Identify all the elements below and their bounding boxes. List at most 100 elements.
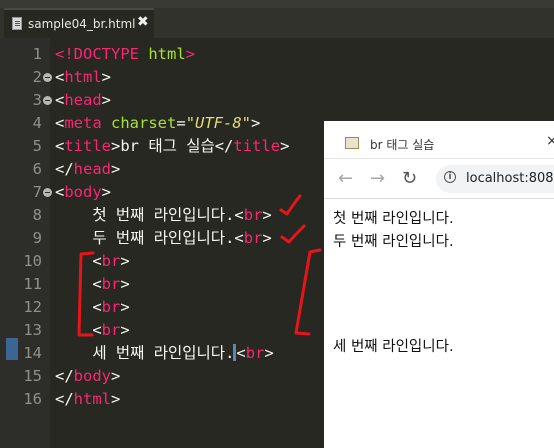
line-number: 10 (23, 252, 42, 270)
line-number: 15 (23, 367, 42, 385)
code-token: br (101, 298, 121, 316)
browser-tab-close-icon[interactable]: × (546, 133, 554, 149)
code-token: > (120, 321, 130, 339)
line-number: 4 (32, 114, 42, 132)
line-number-cell: 14 (0, 342, 42, 365)
line-number-cell: 5 (0, 135, 42, 158)
line-number-cell: 3 (0, 89, 42, 112)
code-token: br (101, 275, 121, 293)
line-number: 3 (32, 91, 42, 109)
line-number: 16 (23, 390, 42, 408)
html-file-icon (12, 17, 22, 30)
code-text: </body> (55, 365, 120, 388)
code-token: > (101, 68, 112, 86)
code-token: br (243, 229, 263, 247)
code-token: > (111, 390, 121, 408)
code-token: "UTF-8" (185, 114, 252, 132)
rendered-line-2: 두 번째 라인입니다. (333, 234, 454, 250)
code-token: <!DOCTYPE (55, 45, 149, 63)
forward-arrow-icon[interactable]: → (370, 168, 385, 189)
code-token: < (55, 183, 65, 201)
code-line[interactable]: 3 <head> (0, 89, 554, 112)
line-number: 12 (23, 298, 42, 316)
code-token: > (120, 252, 130, 270)
rendered-line-1: 첫 번째 라인입니다. (333, 211, 454, 227)
line-number-cell: 15 (0, 365, 42, 388)
code-text: <title>br 태그 실습</title> (55, 135, 289, 158)
code-token: > (185, 45, 195, 63)
line-number: 13 (23, 321, 42, 339)
code-token: < (55, 137, 65, 155)
line-number-cell: 1 (0, 43, 42, 66)
page-viewport: 첫 번째 라인입니다. 두 번째 라인입니다. 세 번째 라인입니다. (324, 199, 554, 448)
code-text: 세 번째 라인입니다. <br> (55, 342, 274, 365)
line-number-cell: 7 (0, 181, 42, 204)
line-number-cell: 8 (0, 204, 42, 227)
code-token: body (64, 183, 102, 201)
code-token: > (101, 91, 112, 109)
address-bar[interactable]: i localhost:8085 (436, 165, 554, 193)
code-token: br (101, 252, 121, 270)
fold-toggle-icon[interactable] (43, 96, 52, 105)
browser-toolbar: ← → ↻ i localhost:8085 (324, 159, 554, 199)
code-text: <br> (55, 250, 130, 273)
line-number-cell: 9 (0, 227, 42, 250)
code-token: </ (55, 367, 74, 385)
fold-toggle-icon[interactable] (43, 188, 52, 197)
code-text: <br> (55, 296, 130, 319)
code-token: html (73, 390, 111, 408)
code-token: html (64, 68, 102, 86)
line-number: 1 (32, 45, 42, 63)
code-token: charset (111, 114, 177, 132)
code-token: 세 번째 라인입니다. (55, 344, 235, 362)
code-token: > (120, 275, 130, 293)
code-token: < (236, 344, 246, 362)
line-number-cell: 12 (0, 296, 42, 319)
code-token: html (148, 45, 186, 63)
code-text: <head> (55, 89, 111, 112)
back-arrow-icon[interactable]: ← (338, 168, 353, 189)
close-tab-icon[interactable]: ✖ (137, 14, 149, 30)
line-number-cell: 11 (0, 273, 42, 296)
line-number: 11 (23, 275, 42, 293)
code-token: head (73, 160, 111, 178)
code-token: 두 번째 라인입니다.< (55, 229, 244, 247)
line-number-cell: 6 (0, 158, 42, 181)
code-text: </head> (55, 158, 120, 181)
code-text: </html> (55, 388, 120, 411)
code-text: <html> (55, 66, 111, 89)
line-number-cell: 4 (0, 112, 42, 135)
site-info-icon[interactable]: i (444, 171, 456, 183)
code-token: > (262, 206, 272, 224)
editor-tab-sample04[interactable]: sample04_br.html ✖ (4, 8, 154, 38)
code-token: < (55, 321, 102, 339)
code-line[interactable]: 2 <html> (0, 66, 554, 89)
code-token: < (55, 275, 102, 293)
line-number: 8 (32, 206, 42, 224)
line-number-cell: 16 (0, 388, 42, 411)
browser-tab-title: br 태그 실습 (370, 138, 435, 152)
code-line[interactable]: 1 <!DOCTYPE html> (0, 43, 554, 66)
code-text: 첫 번째 라인입니다.<br> (55, 204, 272, 227)
reload-icon[interactable]: ↻ (402, 168, 417, 189)
line-number-cell: 10 (0, 250, 42, 273)
rendered-line-3: 세 번째 라인입니다. (333, 339, 454, 355)
code-text: <body> (55, 181, 111, 204)
code-token: br (245, 344, 265, 362)
code-text: <br> (55, 273, 130, 296)
code-token: > (251, 114, 261, 132)
line-number-cell: 2 (0, 66, 42, 89)
code-token: > (120, 298, 130, 316)
line-number: 2 (32, 68, 42, 86)
code-token: title (233, 137, 281, 155)
code-token: meta (64, 114, 112, 132)
fold-toggle-icon[interactable] (43, 73, 52, 82)
browser-tab[interactable]: br 태그 실습 × (324, 121, 554, 159)
code-token: = (176, 114, 186, 132)
code-token: > (111, 367, 121, 385)
code-token: br (243, 206, 263, 224)
page-favicon-icon (345, 137, 359, 149)
line-number: 7 (32, 183, 42, 201)
code-token: < (55, 252, 102, 270)
code-token: < (55, 68, 65, 86)
